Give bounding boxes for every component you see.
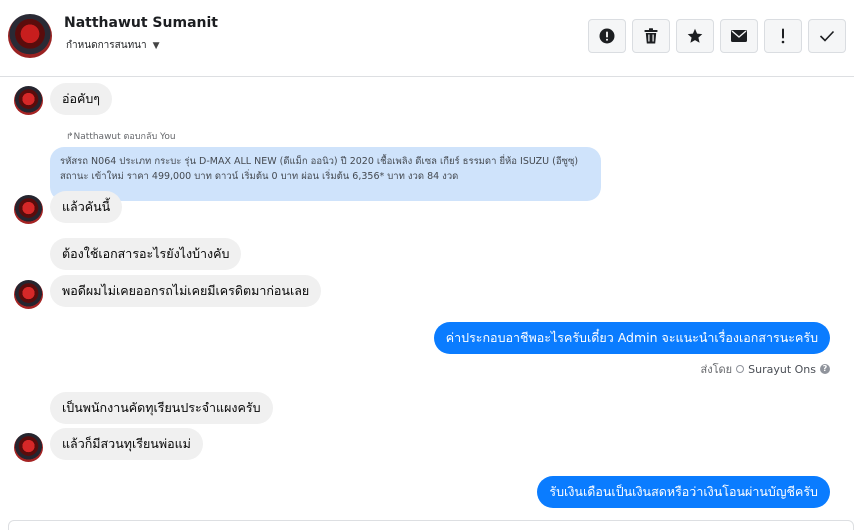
avatar[interactable] <box>14 86 43 115</box>
avatar[interactable] <box>14 433 43 462</box>
message-bubble-outgoing[interactable]: รับเงินเดือนเป็นเงินสดหรือว่าเงินโอนผ่าน… <box>537 476 830 508</box>
star-icon <box>687 28 703 43</box>
message-bubble[interactable]: พอดีผมไม่เคยออกรถไม่เคยมีเครดิตมาก่อนเลย <box>50 275 322 307</box>
alert-circle-icon <box>599 28 615 44</box>
check-icon <box>819 30 835 42</box>
schedule-label: กำหนดการสนทนา <box>66 40 147 51</box>
help-icon[interactable]: ? <box>820 364 830 374</box>
avatar[interactable] <box>14 280 43 309</box>
delete-button[interactable] <box>632 19 670 53</box>
message-bubble[interactable]: แล้วคันนี้ <box>50 191 123 223</box>
message-bubble[interactable]: อ่อคับๆ <box>50 83 113 115</box>
avatar[interactable] <box>14 195 43 224</box>
message-bubble[interactable]: เป็นพนักงานคัดทุเรียนประจำแผงครับ <box>50 392 273 424</box>
conversation-header: Natthawut Sumanit กำหนดการสนทนา ▼ <box>0 0 854 77</box>
conversation-schedule-dropdown[interactable]: กำหนดการสนทนา ▼ <box>66 38 160 53</box>
mark-unread-button[interactable] <box>720 19 758 53</box>
reply-icon: ↱ <box>66 132 74 142</box>
exclamation-icon <box>781 28 785 44</box>
message-bubble[interactable]: ต้องใช้เอกสารอะไรยังไงบ้างคับ <box>50 238 242 270</box>
caret-down-icon: ▼ <box>152 40 160 51</box>
report-button[interactable] <box>588 19 626 53</box>
reply-label-text: Natthawut ตอบกลับ You <box>73 132 176 142</box>
sent-by-label: ส่งโดย Surayut Ons ? <box>701 360 830 378</box>
spam-button[interactable] <box>764 19 802 53</box>
message-bubble[interactable]: แล้วก็มีสวนทุเรียนพ่อแม่ <box>50 428 203 460</box>
trash-icon <box>644 28 658 44</box>
message-composer[interactable] <box>8 520 854 530</box>
sent-by-name[interactable]: Surayut Ons <box>748 363 816 376</box>
reply-label: ↱Natthawut ตอบกลับ You <box>66 129 176 143</box>
verified-icon <box>736 365 745 373</box>
sent-by-prefix: ส่งโดย <box>700 363 733 376</box>
mark-done-button[interactable] <box>808 19 846 53</box>
star-button[interactable] <box>676 19 714 53</box>
contact-name[interactable]: Natthawut Sumanit <box>64 15 218 31</box>
action-toolbar <box>588 19 846 53</box>
message-bubble-outgoing[interactable]: ค่าประกอบอาชีพอะไรครับเดี๋ยว Admin จะแนะ… <box>433 322 830 354</box>
quoted-message[interactable]: รหัสรถ N064 ประเภท กระบะ รุ่น D-MAX ALL … <box>50 147 601 201</box>
envelope-icon <box>731 30 747 42</box>
avatar[interactable] <box>8 14 52 58</box>
